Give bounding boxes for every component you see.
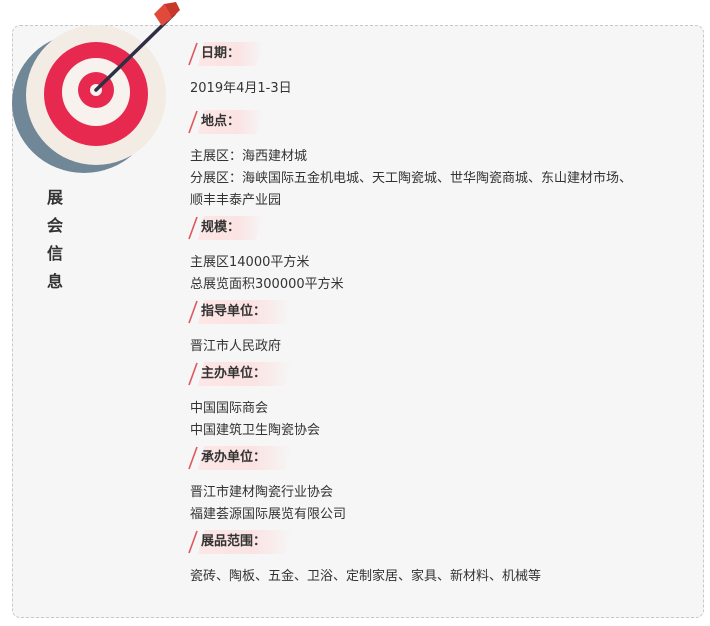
section-line: 晋江市人民政府 bbox=[190, 339, 282, 354]
section-heading: 展品范围： bbox=[186, 530, 692, 554]
section-line: 瓷砖、陶板、五金、卫浴、定制家居、家具、新材料、机械等 bbox=[190, 569, 542, 584]
section-co-organizer: 承办单位： 晋江市建材陶瓷行业协会 福建荟源国际展览有限公司 bbox=[186, 446, 692, 526]
section-body: 主展区14000平方米 总展览面积300000平方米 bbox=[186, 252, 692, 296]
section-organizer: 主办单位： 中国国际商会 中国建筑卫生陶瓷协会 bbox=[186, 362, 692, 442]
target-with-arrow-icon bbox=[12, 2, 180, 173]
section-line: 顺丰丰泰产业园 bbox=[190, 193, 282, 208]
section-heading: 主办单位： bbox=[186, 362, 692, 386]
section-line: 中国国际商会 bbox=[190, 401, 269, 416]
red-slash-icon bbox=[188, 42, 198, 66]
section-location: 地点： 主展区：海西建材城 分展区：海峡国际五金机电城、天工陶瓷城、世华陶瓷商城… bbox=[186, 110, 692, 212]
section-line: 中国建筑卫生陶瓷协会 bbox=[190, 423, 321, 438]
section-exhibit-scope: 展品范围： 瓷砖、陶板、五金、卫浴、定制家居、家具、新材料、机械等 bbox=[186, 530, 692, 588]
section-line: 福建荟源国际展览有限公司 bbox=[190, 507, 347, 522]
section-title: 承办单位： bbox=[201, 450, 267, 465]
section-body: 晋江市人民政府 bbox=[186, 336, 692, 358]
section-date: 日期： 2019年4月1-3日 bbox=[186, 42, 692, 100]
section-title: 展品范围： bbox=[201, 534, 267, 549]
red-slash-icon bbox=[188, 530, 198, 554]
section-heading: 规模： bbox=[186, 216, 692, 240]
section-guiding-unit: 指导单位： 晋江市人民政府 bbox=[186, 300, 692, 358]
section-line: 主展区14000平方米 bbox=[190, 255, 310, 270]
section-line: 2019年4月1-3日 bbox=[190, 81, 292, 96]
red-slash-icon bbox=[188, 362, 198, 386]
section-body: 瓷砖、陶板、五金、卫浴、定制家居、家具、新材料、机械等 bbox=[186, 566, 692, 588]
section-line: 分展区：海峡国际五金机电城、天工陶瓷城、世华陶瓷商城、东山建材市场、 bbox=[190, 171, 633, 186]
red-slash-icon bbox=[188, 110, 198, 134]
section-body: 晋江市建材陶瓷行业协会 福建荟源国际展览有限公司 bbox=[186, 482, 692, 526]
section-heading: 地点： bbox=[186, 110, 692, 134]
section-heading: 日期： bbox=[186, 42, 692, 66]
section-line: 主展区：海西建材城 bbox=[190, 149, 308, 164]
section-line: 总展览面积300000平方米 bbox=[190, 277, 344, 292]
section-body: 中国国际商会 中国建筑卫生陶瓷协会 bbox=[186, 398, 692, 442]
red-slash-icon bbox=[188, 446, 198, 470]
red-slash-icon bbox=[188, 216, 198, 240]
section-title: 地点： bbox=[201, 114, 241, 129]
section-body: 主展区：海西建材城 分展区：海峡国际五金机电城、天工陶瓷城、世华陶瓷商城、东山建… bbox=[186, 146, 692, 212]
section-body: 2019年4月1-3日 bbox=[186, 78, 692, 100]
section-title: 规模： bbox=[201, 220, 241, 235]
section-title: 日期： bbox=[201, 46, 241, 61]
section-heading: 承办单位： bbox=[186, 446, 692, 470]
side-title-exhibition-info: 展 会 信 息 bbox=[46, 188, 63, 291]
info-content: 日期： 2019年4月1-3日 地点： 主展区：海西建材城 分展区：海峡国际五金… bbox=[186, 42, 692, 598]
section-scale: 规模： 主展区14000平方米 总展览面积300000平方米 bbox=[186, 216, 692, 296]
section-title: 指导单位： bbox=[201, 304, 267, 319]
section-line: 晋江市建材陶瓷行业协会 bbox=[190, 485, 334, 500]
section-title: 主办单位： bbox=[201, 366, 267, 381]
section-heading: 指导单位： bbox=[186, 300, 692, 324]
red-slash-icon bbox=[188, 300, 198, 324]
